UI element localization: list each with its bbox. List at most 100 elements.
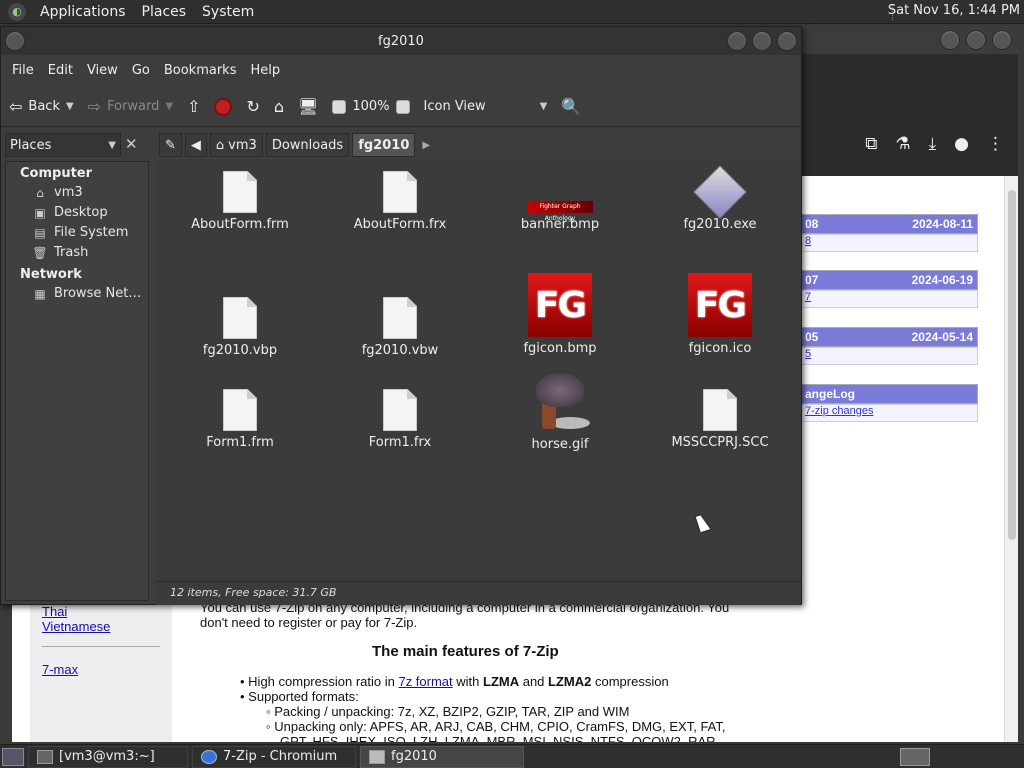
- menu-edit[interactable]: Edit: [41, 63, 80, 78]
- download-row: 07 2024-06-19 7: [800, 270, 978, 308]
- menu-file[interactable]: File: [5, 63, 41, 78]
- file-item[interactable]: fg2010.vbp: [160, 273, 320, 358]
- menu-view[interactable]: View: [80, 63, 125, 78]
- crumb-downloads[interactable]: Downloads: [265, 133, 350, 157]
- menu-places[interactable]: Places: [134, 4, 195, 20]
- forward-history-dropdown-icon[interactable]: ▼: [165, 101, 173, 112]
- maximize-button[interactable]: [752, 31, 772, 51]
- crumb-fg2010[interactable]: fg2010: [352, 133, 416, 157]
- minimize-button[interactable]: [727, 31, 747, 51]
- download-link[interactable]: 7: [800, 290, 978, 308]
- clock[interactable]: Sat Nov 16, 1:44 PM: [888, 3, 1020, 18]
- web-scrollbar[interactable]: [1004, 176, 1018, 742]
- labs-flask-icon[interactable]: ⚗: [895, 134, 910, 154]
- crumb-vm3[interactable]: ⌂ vm3: [209, 133, 263, 157]
- file-item[interactable]: AboutForm.frm: [160, 171, 320, 232]
- download-version: 05: [805, 330, 819, 344]
- browser-minimize-button[interactable]: [940, 30, 960, 50]
- close-sidebar-icon[interactable]: ✕: [125, 135, 138, 153]
- search-button[interactable]: 🔍: [561, 97, 581, 116]
- forward-button[interactable]: ⇨ Forward ▼: [88, 97, 173, 116]
- back-button[interactable]: ⇦ Back ▼: [9, 97, 74, 116]
- edit-location-button[interactable]: ✎: [159, 133, 182, 157]
- reload-icon: ↻: [246, 97, 260, 116]
- scroll-thumb[interactable]: [1008, 190, 1016, 540]
- menu-bookmarks[interactable]: Bookmarks: [157, 63, 244, 78]
- reload-button[interactable]: ↻: [246, 97, 259, 116]
- feature-bullet: • Supported formats:: [240, 689, 359, 704]
- changelog-box: angeLog 7-zip changes: [800, 384, 978, 422]
- show-desktop-icon[interactable]: [2, 747, 24, 766]
- browser-close-button[interactable]: [992, 30, 1012, 50]
- download-icon[interactable]: ⤓: [929, 134, 937, 154]
- download-version: 07: [805, 273, 819, 287]
- sidebar-item-browse-network[interactable]: ▦ Browse Net…: [6, 284, 148, 304]
- taskbar-item-chromium[interactable]: 7-Zip - Chromium: [192, 745, 356, 768]
- menu-help[interactable]: Help: [243, 63, 287, 78]
- more-menu-icon[interactable]: ⋮: [987, 134, 1004, 154]
- fm-menubar: File Edit View Go Bookmarks Help: [1, 55, 801, 85]
- sidebar-item-desktop[interactable]: ▣ Desktop: [6, 203, 148, 223]
- file-label: horse.gif: [531, 437, 589, 452]
- home-button[interactable]: ⌂: [274, 97, 284, 116]
- file-item[interactable]: Fighter Graph Anthology banner.bmp: [480, 171, 640, 232]
- download-row: 08 2024-08-11 8: [800, 214, 978, 252]
- profile-icon[interactable]: ●: [954, 134, 969, 154]
- back-history-dropdown-icon[interactable]: ▼: [66, 101, 74, 112]
- document-icon: [223, 297, 257, 339]
- fm-titlebar[interactable]: fg2010: [1, 27, 801, 55]
- file-item[interactable]: FG fgicon.bmp: [480, 273, 640, 356]
- download-link[interactable]: 8: [800, 234, 978, 252]
- taskbar-item-terminal[interactable]: [vm3@vm3:~]: [28, 745, 188, 768]
- bullet-text: with: [452, 674, 483, 689]
- file-item[interactable]: FG fgicon.ico: [640, 273, 800, 356]
- file-item[interactable]: Form1.frx: [320, 389, 480, 450]
- icon-view[interactable]: AboutForm.frm AboutForm.frx Fighter Grap…: [156, 161, 801, 605]
- feature-bullet: • High compression ratio in 7z format wi…: [240, 674, 669, 689]
- feature-subbullet: ◦ Unpacking only: APFS, AR, ARJ, CAB, CH…: [266, 719, 726, 734]
- folder-icon: [369, 749, 385, 764]
- workspace-switcher[interactable]: [900, 748, 930, 766]
- lang-link-vietnamese[interactable]: Vietnamese: [42, 619, 110, 634]
- view-mode-select[interactable]: Icon View ▼: [424, 99, 548, 114]
- file-item[interactable]: fg2010.exe: [640, 165, 800, 232]
- sidebar-item-filesystem[interactable]: ▤ File System: [6, 223, 148, 243]
- close-button[interactable]: [777, 31, 797, 51]
- menu-applications[interactable]: Applications: [32, 4, 134, 20]
- file-item[interactable]: AboutForm.frx: [320, 171, 480, 232]
- zoom-out-icon[interactable]: [332, 99, 347, 114]
- taskbar-item-fg2010[interactable]: fg2010: [360, 745, 524, 768]
- file-item[interactable]: fg2010.vbw: [320, 273, 480, 358]
- download-date: 2024-08-11: [912, 217, 973, 231]
- pencil-icon: ✎: [165, 137, 176, 153]
- menu-system[interactable]: System: [194, 4, 262, 20]
- file-item[interactable]: horse.gif: [480, 369, 640, 452]
- crumb-scroll-left-button[interactable]: ◀: [184, 133, 207, 157]
- menu-go[interactable]: Go: [125, 63, 157, 78]
- file-item[interactable]: MSSCCPRJ.SCC: [640, 389, 800, 450]
- download-link[interactable]: 5: [800, 347, 978, 365]
- window-menu-button[interactable]: [5, 31, 25, 51]
- body-text: don't need to register or pay for 7-Zip.: [200, 615, 418, 630]
- extensions-icon[interactable]: ⧉: [865, 134, 877, 154]
- zoom-in-icon[interactable]: [395, 99, 410, 114]
- sidebar-item-vm3[interactable]: ⌂ vm3: [6, 183, 148, 203]
- link-7z-format[interactable]: 7z format: [398, 674, 452, 689]
- sidebar-item-trash[interactable]: 🗑 Trash: [6, 243, 148, 263]
- lang-link-thai[interactable]: Thai: [42, 604, 67, 619]
- browser-maximize-button[interactable]: [966, 30, 986, 50]
- crumb-label: vm3: [228, 137, 257, 153]
- sidebar-type-select[interactable]: Places ▼: [5, 133, 121, 157]
- up-button[interactable]: ⇧: [187, 97, 200, 116]
- download-version: 08: [805, 217, 819, 231]
- forward-arrow-icon: ⇨: [87, 97, 102, 116]
- distro-logo-icon[interactable]: ◐: [8, 2, 26, 21]
- places-sidebar: Computer ⌂ vm3 ▣ Desktop ▤ File System 🗑 Tra…: [5, 161, 149, 601]
- chevron-right-icon[interactable]: ▶: [418, 140, 434, 151]
- file-item[interactable]: Form1.frm: [160, 389, 320, 450]
- link-7-max[interactable]: 7-max: [42, 662, 78, 677]
- feature-subbullet-cont: GPT, HFS, IHEX, ISO, LZH, LZMA, MBR, MSI…: [280, 734, 720, 742]
- computer-button[interactable]: 🖥: [298, 97, 318, 116]
- stop-button[interactable]: [214, 97, 233, 116]
- changelog-link[interactable]: 7-zip changes: [800, 404, 978, 422]
